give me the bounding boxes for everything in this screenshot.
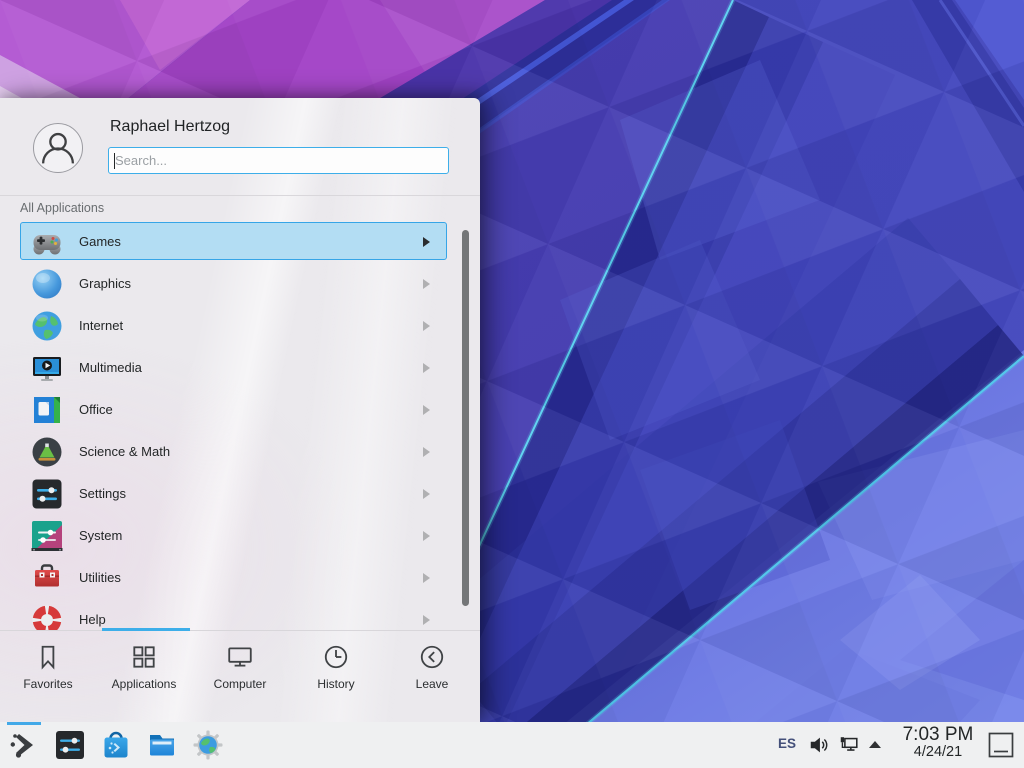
category-label: Office [79,402,113,417]
category-label: Settings [79,486,126,501]
tab-leave[interactable]: Leave [384,631,480,705]
taskbar: ES 7:03 PM 4/24/21 [0,722,1024,768]
tab-label: Leave [416,677,449,691]
tab-computer[interactable]: Computer [192,631,288,705]
search-input[interactable] [109,148,448,173]
submenu-arrow-icon [423,489,430,499]
divider [0,195,480,196]
tab-label: Favorites [23,677,72,691]
submenu-arrow-icon [423,237,430,247]
desktop: Raphael Hertzog All Applications [0,0,1024,768]
category-multimedia[interactable]: Multimedia [20,348,447,386]
keyboard-layout-indicator[interactable]: ES [778,736,796,751]
system-settings-button[interactable] [54,729,86,761]
submenu-arrow-icon [423,573,430,583]
tab-label: History [317,677,354,691]
search-box[interactable] [108,147,449,174]
digital-clock[interactable]: 7:03 PM 4/24/21 [893,725,983,760]
active-tab-indicator [102,628,190,631]
category-label: Help [79,612,106,627]
active-task-indicator [7,722,41,725]
grid-icon [130,643,158,671]
globe-icon [31,310,63,342]
clock-date: 4/24/21 [893,745,983,760]
submenu-arrow-icon [423,531,430,541]
volume-icon[interactable] [808,734,830,756]
network-icon[interactable] [838,734,860,756]
tab-label: Computer [214,677,267,691]
category-label: Science & Math [79,444,170,459]
menu-header: Raphael Hertzog [0,98,480,195]
sliders-icon [31,478,63,510]
file-manager-button[interactable] [146,729,178,761]
category-label: Multimedia [79,360,142,375]
sphere-icon [31,268,63,300]
category-label: Utilities [79,570,121,585]
document-icon [31,394,63,426]
gamepad-icon [31,226,63,258]
category-graphics[interactable]: Graphics [20,264,447,302]
submenu-arrow-icon [423,321,430,331]
category-system[interactable]: System [20,516,447,554]
bookmark-icon [34,643,62,671]
web-browser-button[interactable] [192,729,224,761]
category-settings[interactable]: Settings [20,474,447,512]
lifebuoy-icon [31,604,63,630]
tab-favorites[interactable]: Favorites [0,631,96,705]
section-label: All Applications [20,201,104,215]
submenu-arrow-icon [423,405,430,415]
category-internet[interactable]: Internet [20,306,447,344]
monitor-icon [226,643,254,671]
show-desktop-button[interactable] [988,732,1014,758]
application-launcher-menu: Raphael Hertzog All Applications [0,98,480,722]
category-label: Internet [79,318,123,333]
launcher-tab-bar: Favorites Applications Computer [0,630,480,705]
submenu-arrow-icon [423,279,430,289]
category-games[interactable]: Games [20,222,447,260]
back-circle-icon [418,643,446,671]
user-avatar-icon[interactable] [33,123,83,173]
category-label: Games [79,234,121,249]
category-utilities[interactable]: Utilities [20,558,447,596]
category-label: System [79,528,122,543]
submenu-arrow-icon [423,363,430,373]
expand-tray-icon[interactable] [866,734,884,756]
user-name: Raphael Hertzog [110,118,230,136]
submenu-arrow-icon [423,447,430,457]
tab-history[interactable]: History [288,631,384,705]
submenu-arrow-icon [423,615,430,625]
clock-time: 7:03 PM [893,725,983,745]
category-help[interactable]: Help [20,600,447,630]
system-sliders-icon [31,520,63,552]
application-launcher-button[interactable] [8,729,40,761]
category-label: Graphics [79,276,131,291]
flask-icon [31,436,63,468]
tab-applications[interactable]: Applications [96,631,192,705]
toolbox-icon [31,562,63,594]
media-player-icon [31,352,63,384]
discover-button[interactable] [100,729,132,761]
scrollbar[interactable] [462,230,469,606]
category-office[interactable]: Office [20,390,447,428]
category-list: Games Graphics [20,222,447,630]
category-science-math[interactable]: Science & Math [20,432,447,470]
tab-label: Applications [112,677,177,691]
clock-icon [322,643,350,671]
